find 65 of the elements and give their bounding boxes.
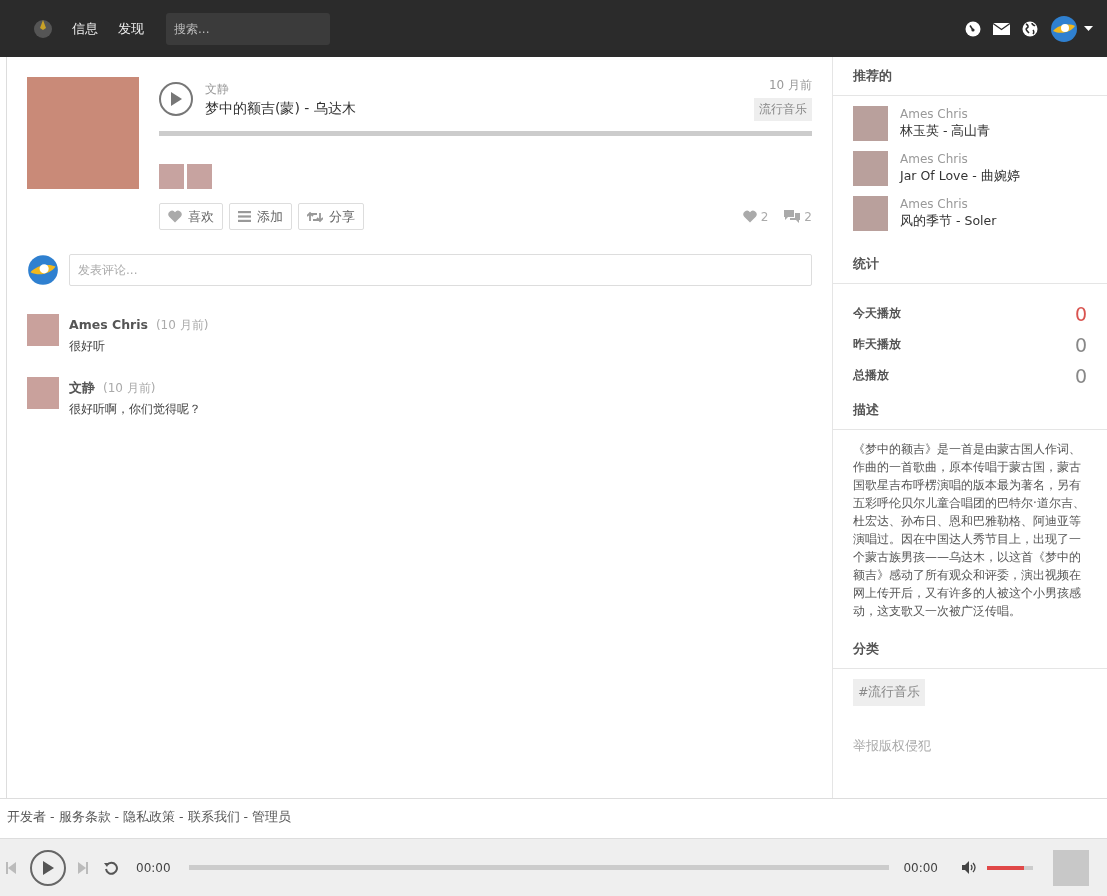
speaker-icon[interactable] <box>962 861 977 874</box>
add-button[interactable]: 添加 <box>229 203 292 230</box>
elapsed-time: 00:00 <box>136 860 171 875</box>
comment-text: 很好听 <box>69 338 106 355</box>
comment-input-field[interactable]: 发表评论... <box>69 254 812 286</box>
user-avatar-icon <box>27 254 59 286</box>
nav-link[interactable]: 信息 <box>72 19 98 38</box>
comment-author[interactable]: 文静 <box>69 380 95 395</box>
caret-icon[interactable] <box>1084 26 1093 31</box>
footer-link[interactable]: 服务条款 <box>58 809 111 838</box>
stat-label: 总播放 <box>853 367 889 384</box>
link-separator: - <box>114 809 120 826</box>
user-avatar-icon[interactable] <box>1050 14 1078 43</box>
repeat-icon[interactable] <box>104 860 118 875</box>
play-button[interactable] <box>159 82 193 116</box>
link-separator: - <box>243 809 249 826</box>
globe-icon[interactable] <box>1022 20 1038 37</box>
comment-author[interactable]: Ames Chris <box>69 317 148 332</box>
like-button[interactable]: 喜欢 <box>159 203 223 230</box>
description-text: 《梦中的额吉》是一首是由蒙古国人作词、作曲的一首歌曲，原本传唱于蒙古国，蒙古国歌星吉布呼楞演唱的版本最为著名，另有五彩呼伦贝尔儿童合唱团的巴特尔·道尔吉、杜宏达、孙布日、恩和巴雅勒格、阿迪亚等演唱过。因在中国达人秀节目上，出现了一个蒙古族男孩——乌达木，以这首《梦中的额吉》感动了所有观众和评委，演出视频在网上传开后，又有许多的人被这个小男孩感动，这支歌又一次被广泛传唱。 <box>852 441 1086 620</box>
section-heading: 推荐的 <box>833 57 1107 96</box>
stat-label: 今天播放 <box>853 305 901 322</box>
comments-count: 2 <box>804 209 812 224</box>
nav-link[interactable]: 发现 <box>118 19 144 38</box>
stat-label: 昨天播放 <box>853 336 901 353</box>
stat-value: 0 <box>1074 302 1087 325</box>
track-progress-bar[interactable] <box>159 131 812 136</box>
track-cover-photo[interactable] <box>853 196 888 231</box>
comment-time: (10 月前) <box>155 318 209 332</box>
footer-link[interactable]: 开发者 <box>7 809 46 838</box>
play-button[interactable] <box>30 849 66 886</box>
link-separator: - <box>179 809 184 826</box>
footer-link[interactable]: 管理员 <box>252 809 292 838</box>
comment-time: (10 月前) <box>103 381 156 395</box>
recommended-track[interactable]: 林玉英 - 高山青 <box>900 123 991 140</box>
footer-link[interactable]: 隐私政策 <box>123 809 176 838</box>
dashboard-icon[interactable] <box>965 20 981 37</box>
recommended-track[interactable]: Jar Of Love - 曲婉婷 <box>900 168 1020 185</box>
share-button[interactable]: 分享 <box>298 203 364 230</box>
stat-value: 0 <box>1074 364 1087 387</box>
now-playing-cover-photo <box>1053 849 1089 886</box>
comments-icon <box>784 210 801 223</box>
section-heading: 分类 <box>833 630 1107 669</box>
comment-text: 很好听啊，你们觉得呢？ <box>69 401 201 418</box>
heart-icon <box>742 210 757 223</box>
list-icon <box>238 211 251 222</box>
duration-time: 00:00 <box>903 860 938 875</box>
stat-value: 0 <box>1074 333 1087 356</box>
section-heading: 统计 <box>833 245 1107 284</box>
link-separator: - <box>50 809 55 826</box>
recommended-track[interactable]: 风的季节 - Soler <box>900 213 997 230</box>
track-cover-photo[interactable] <box>853 106 888 141</box>
play-icon <box>170 92 182 106</box>
track-title: 梦中的额吉(蒙) - 乌达木 <box>205 99 357 118</box>
mail-icon[interactable] <box>993 22 1010 35</box>
track-time: 10 月前 <box>768 77 812 94</box>
retweet-icon <box>307 210 323 223</box>
footer-link[interactable]: 联系我们 <box>187 809 240 838</box>
likes-count: 2 <box>760 209 769 224</box>
play-icon <box>42 860 54 875</box>
track-cover-photo[interactable] <box>853 151 888 186</box>
section-heading: 描述 <box>833 391 1107 430</box>
search-field[interactable]: 搜索... <box>166 12 330 45</box>
heart-icon <box>168 210 182 223</box>
volume-slider[interactable] <box>987 865 1033 870</box>
